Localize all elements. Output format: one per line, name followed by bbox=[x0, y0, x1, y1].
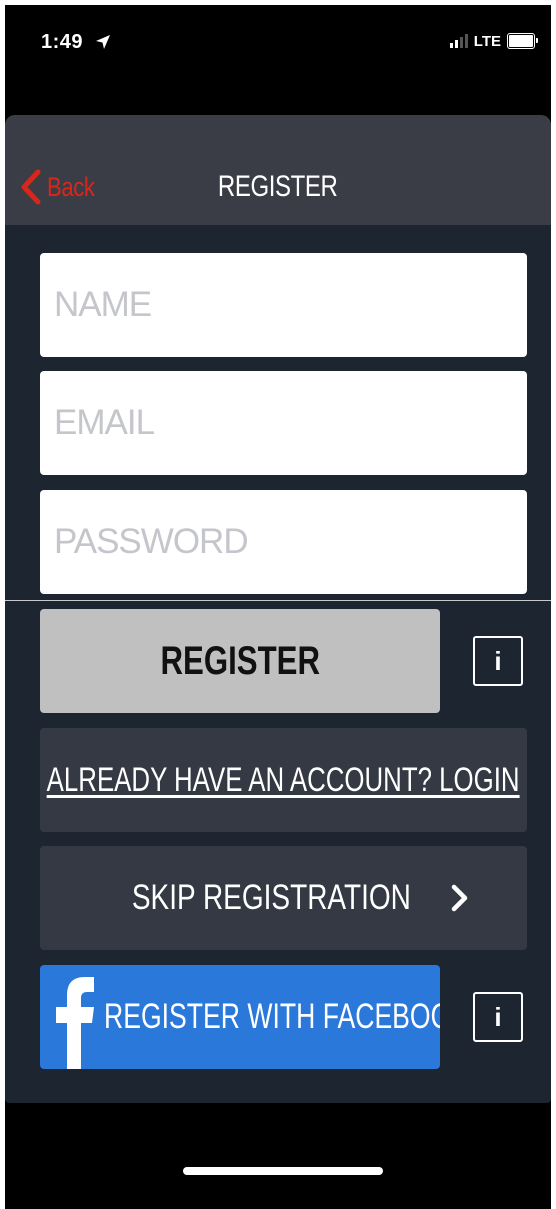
phone-screen: 1:49 LTE Back REGISTER NAME EMAIL REGIST… bbox=[5, 5, 551, 1209]
facebook-register-label: REGISTER WITH FACEBOOK bbox=[104, 997, 440, 1036]
login-link-button[interactable]: ALREADY HAVE AN ACCOUNT? LOGIN bbox=[40, 728, 527, 832]
page-title: REGISTER bbox=[218, 170, 338, 203]
signal-icon bbox=[449, 34, 468, 48]
register-button[interactable]: REGISTER bbox=[40, 609, 440, 713]
email-input[interactable] bbox=[40, 371, 527, 475]
login-link-label: ALREADY HAVE AN ACCOUNT? LOGIN bbox=[47, 760, 520, 799]
register-info-button[interactable]: i bbox=[473, 636, 523, 686]
info-icon: i bbox=[494, 1001, 502, 1032]
facebook-register-button[interactable]: REGISTER WITH FACEBOOK bbox=[40, 965, 440, 1069]
skip-registration-button[interactable]: SKIP REGISTRATION bbox=[40, 846, 527, 950]
register-panel: Back REGISTER REGISTER i ALREADY HAVE AN… bbox=[5, 115, 551, 1103]
facebook-logo-icon bbox=[56, 977, 94, 1069]
network-type: LTE bbox=[473, 32, 501, 50]
register-button-label: REGISTER bbox=[160, 638, 320, 683]
password-field[interactable] bbox=[40, 490, 527, 594]
divider bbox=[5, 600, 551, 601]
navigation-bar: Back REGISTER bbox=[5, 115, 551, 225]
skip-registration-label: SKIP REGISTRATION bbox=[131, 878, 412, 917]
home-indicator[interactable] bbox=[183, 1167, 383, 1175]
facebook-info-button[interactable]: i bbox=[473, 992, 523, 1042]
status-indicators: LTE bbox=[449, 32, 538, 50]
battery-icon bbox=[507, 33, 538, 49]
location-arrow-icon bbox=[96, 35, 110, 49]
info-icon: i bbox=[494, 645, 502, 676]
password-input[interactable] bbox=[40, 490, 527, 594]
name-field[interactable] bbox=[40, 253, 527, 357]
name-input[interactable] bbox=[40, 253, 527, 357]
chevron-right-icon bbox=[451, 884, 468, 912]
email-field[interactable] bbox=[40, 371, 527, 475]
status-time: 1:49 bbox=[41, 31, 84, 53]
